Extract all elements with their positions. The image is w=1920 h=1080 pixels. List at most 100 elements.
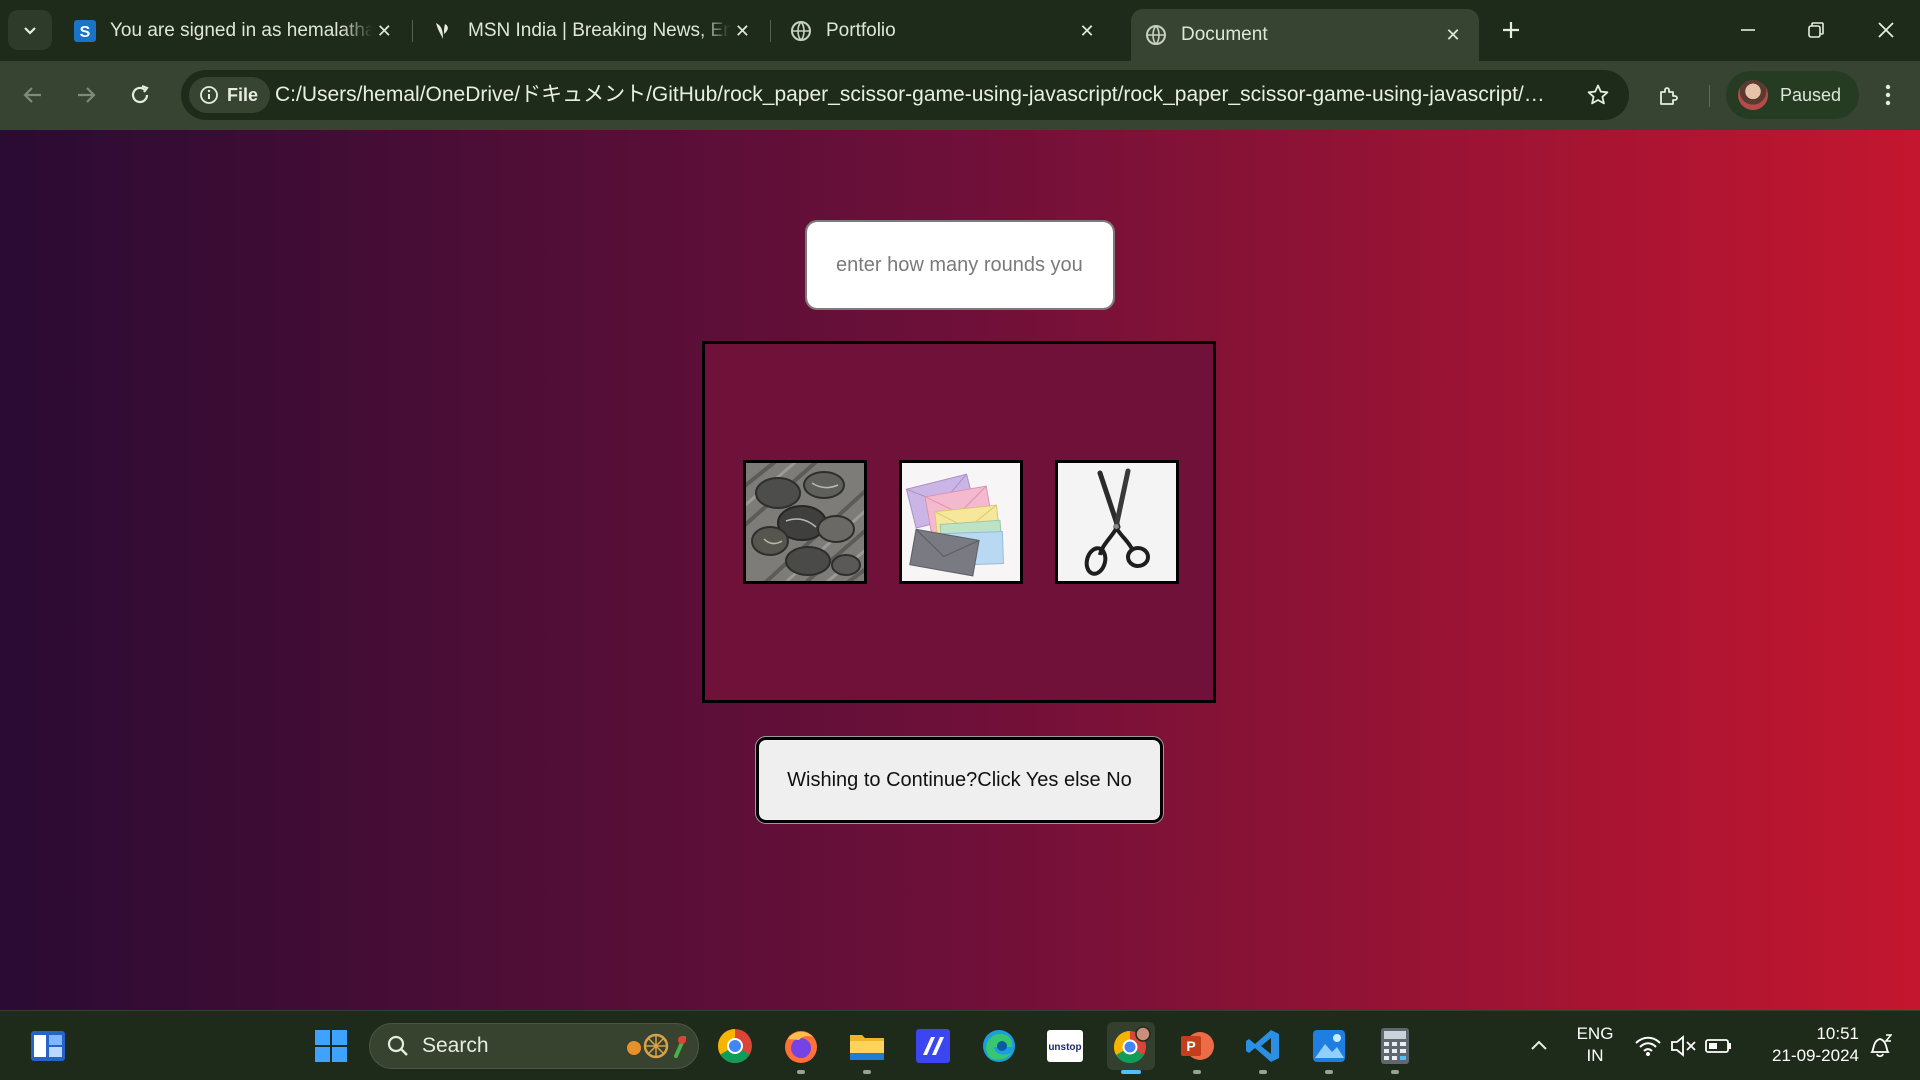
svg-text:unstop: unstop	[1048, 1042, 1081, 1053]
forward-arrow-icon	[78, 87, 96, 103]
browser-menu-button[interactable]	[1866, 73, 1910, 117]
chevron-up-icon	[1531, 1040, 1547, 1050]
rock-pebbles-image	[746, 463, 864, 581]
bell-snooze-icon	[1870, 1034, 1892, 1058]
tab-title: MSN India | Breaking News, Ent	[468, 20, 731, 41]
address-bar[interactable]: File C:/Users/hemal/OneDrive/ドキュメント/GitH…	[181, 70, 1629, 120]
search-label: Search	[422, 1034, 489, 1057]
globe-icon	[1145, 24, 1167, 46]
tab-signed-in[interactable]: S You are signed in as hemalathaj ✕	[60, 10, 410, 52]
taskbar-calculator[interactable]	[1371, 1022, 1419, 1074]
close-icon[interactable]: ✕	[1075, 19, 1099, 43]
running-indicator	[1193, 1070, 1201, 1074]
minimize-button[interactable]	[1720, 8, 1776, 52]
widgets-button[interactable]	[24, 1022, 72, 1070]
toolbar-divider	[1709, 85, 1710, 107]
bookmark-star-icon[interactable]	[1585, 82, 1611, 108]
clock[interactable]: 10:51 21-09-2024	[1755, 1023, 1859, 1067]
rounds-input[interactable]	[805, 220, 1115, 310]
restore-button[interactable]	[1788, 8, 1844, 52]
widgets-icon	[31, 1031, 65, 1061]
taskbar-chrome-profile[interactable]	[1107, 1022, 1155, 1074]
wifi-icon	[1635, 1036, 1661, 1056]
calculator-icon	[1381, 1028, 1409, 1064]
tab-title: You are signed in as hemalathaj	[110, 20, 373, 41]
close-icon[interactable]: ✕	[1441, 23, 1465, 47]
tab-title: Document	[1181, 24, 1268, 45]
tab-msn[interactable]: MSN India | Breaking News, Ent ✕	[418, 10, 768, 52]
network-volume-battery[interactable]	[1630, 1022, 1742, 1070]
scissors-image	[1058, 463, 1176, 581]
forward-button[interactable]	[64, 73, 108, 117]
vscode-icon	[1246, 1030, 1279, 1062]
scissor-choice[interactable]	[1055, 460, 1179, 584]
msn-butterfly-icon	[432, 20, 454, 42]
plus-icon	[1503, 22, 1519, 38]
close-icon[interactable]: ✕	[731, 19, 754, 43]
start-button[interactable]	[307, 1022, 355, 1070]
info-icon	[199, 85, 219, 105]
taskbar-powerpoint[interactable]: P	[1173, 1022, 1221, 1074]
taskbar-chrome[interactable]	[711, 1022, 759, 1070]
s-logo-icon: S	[74, 20, 96, 42]
svg-text:S: S	[80, 24, 91, 41]
close-icon[interactable]: ✕	[373, 19, 396, 43]
taskbar-app[interactable]	[909, 1022, 957, 1070]
show-hidden-icons-button[interactable]	[1515, 1022, 1563, 1070]
tab-divider	[770, 20, 771, 42]
photos-icon	[1313, 1030, 1345, 1062]
profile-button[interactable]: Paused	[1726, 71, 1860, 119]
restore-icon	[1808, 22, 1824, 38]
rock-choice[interactable]	[743, 460, 867, 584]
avatar	[1738, 80, 1768, 110]
notifications-button[interactable]	[1856, 1022, 1904, 1070]
profile-status: Paused	[1780, 84, 1842, 105]
search-icon	[386, 1034, 410, 1058]
new-tab-button[interactable]	[1493, 12, 1529, 48]
edge-icon	[983, 1030, 1015, 1062]
volume-muted-icon	[1671, 1035, 1696, 1057]
puzzle-icon	[1660, 87, 1678, 105]
chevron-down-icon	[24, 27, 36, 35]
tab-document[interactable]: Document ✕	[1131, 9, 1479, 61]
chrome-profile-icon	[1113, 1026, 1151, 1064]
url-text[interactable]: C:/Users/hemal/OneDrive/ドキュメント/GitHub/ro…	[275, 70, 1545, 120]
paper-choice[interactable]	[899, 460, 1023, 584]
reload-button[interactable]	[118, 73, 162, 117]
taskbar-edge[interactable]	[975, 1022, 1023, 1070]
app-icon	[916, 1029, 950, 1063]
firefox-icon	[785, 1031, 817, 1063]
battery-icon	[1705, 1039, 1731, 1053]
tab-portfolio[interactable]: Portfolio ✕	[776, 10, 1113, 52]
unstop-icon: unstop	[1047, 1030, 1083, 1062]
browser-toolbar: File C:/Users/hemal/OneDrive/ドキュメント/GitH…	[0, 61, 1920, 130]
clock-time: 10:51	[1816, 1024, 1859, 1043]
choices-container	[702, 341, 1216, 703]
region-code: IN	[1586, 1046, 1604, 1065]
continue-button[interactable]: Wishing to Continue?Click Yes else No	[755, 736, 1164, 824]
back-button[interactable]	[11, 73, 55, 117]
site-info-chip[interactable]: File	[189, 77, 271, 113]
language-code: ENG	[1576, 1024, 1614, 1043]
start-icon	[315, 1030, 347, 1062]
reload-icon	[131, 84, 149, 104]
paper-envelopes-image	[902, 463, 1020, 581]
tab-search-button[interactable]	[8, 10, 52, 50]
minimize-icon	[1741, 29, 1755, 31]
taskbar-firefox[interactable]	[777, 1022, 825, 1074]
site-info-label: File	[227, 84, 259, 105]
clock-date: 21-09-2024	[1772, 1046, 1859, 1065]
running-indicator	[863, 1070, 871, 1074]
taskbar-unstop[interactable]: unstop	[1041, 1022, 1089, 1070]
language-indicator[interactable]: ENG IN	[1572, 1023, 1618, 1067]
extensions-button[interactable]	[1647, 74, 1691, 118]
back-arrow-icon	[23, 87, 41, 103]
taskbar-search[interactable]: Search	[369, 1023, 699, 1069]
close-icon	[1878, 22, 1894, 38]
close-window-button[interactable]	[1858, 8, 1914, 52]
taskbar-photos[interactable]	[1305, 1022, 1353, 1074]
taskbar-file-explorer[interactable]	[843, 1022, 891, 1074]
tab-strip: S You are signed in as hemalathaj ✕ MSN …	[0, 0, 1920, 61]
taskbar-vscode[interactable]	[1239, 1022, 1287, 1074]
running-indicator	[1259, 1070, 1267, 1074]
